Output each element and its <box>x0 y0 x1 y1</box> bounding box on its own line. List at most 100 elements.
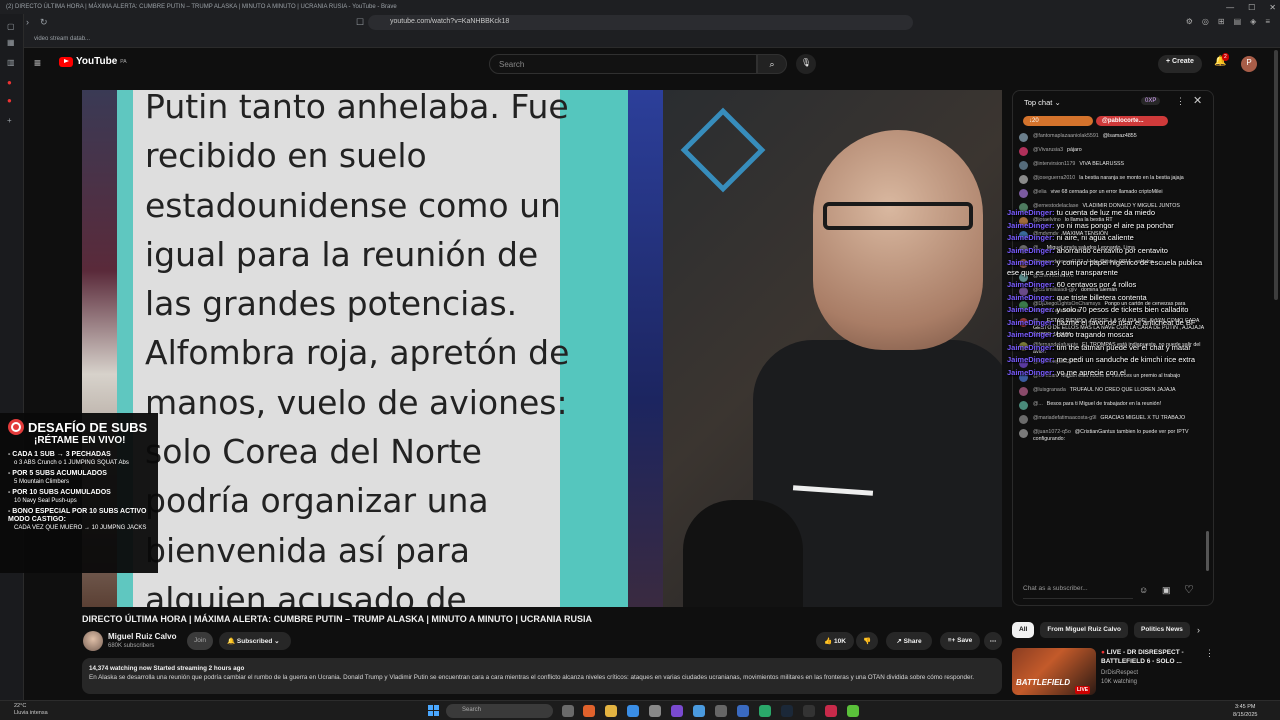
wallet-icon[interactable]: ◈ <box>1250 17 1256 26</box>
chat-message[interactable]: @... Miguel envía saludos Leonardo, Lima <box>1019 245 1205 256</box>
chat-message[interactable]: @elia vive 68 cernada por un error llamad… <box>1019 189 1205 200</box>
task-view-icon[interactable] <box>562 705 574 717</box>
settings-icon[interactable] <box>715 705 727 717</box>
chat-text: la bestia naranja se monto en la bestia … <box>1079 175 1184 181</box>
chat-message[interactable]: @esteban Miguel está noche te mereces un … <box>1019 373 1205 384</box>
chat-message[interactable]: @intervirsion1179 VIVA BELARUSSS <box>1019 161 1205 172</box>
create-button[interactable]: + Create <box>1158 55 1202 73</box>
brave-icon[interactable] <box>583 705 595 717</box>
app-icon[interactable] <box>671 705 683 717</box>
app-icon[interactable] <box>759 705 771 717</box>
bookmark-item[interactable]: video stream datab... <box>34 36 90 42</box>
chip-all[interactable]: All <box>1012 622 1035 638</box>
extension-icon[interactable]: ◎ <box>1202 17 1209 26</box>
close-icon[interactable]: ✕ <box>1269 3 1276 12</box>
channel-name[interactable]: Miguel Ruiz Calvo <box>108 632 176 641</box>
emoji-icon[interactable]: ☺ <box>1139 585 1148 595</box>
extension-icon[interactable]: ⚙ <box>1186 17 1193 26</box>
chat-scrollbar[interactable] <box>1206 531 1209 571</box>
chat-message[interactable]: @... ESTAR RIENDO , DESDE LA SALIDA DEL A… <box>1019 318 1205 339</box>
xp-badge[interactable]: 0XP <box>1141 97 1161 105</box>
page-scrollbar[interactable] <box>1274 50 1278 300</box>
hamburger-menu-icon[interactable]: ≡ <box>34 56 41 70</box>
minimize-icon[interactable]: — <box>1226 3 1234 12</box>
grid-icon[interactable]: ▦ <box>7 38 15 47</box>
chip-from-channel[interactable]: From Miguel Ruiz Calvo <box>1040 622 1128 638</box>
recommendation-menu-icon[interactable]: ⋮ <box>1205 648 1214 659</box>
tab-icon[interactable]: ▢ <box>7 22 15 31</box>
account-avatar[interactable]: P <box>1241 56 1257 72</box>
recommendation-channel[interactable]: DrDisRespect <box>1101 670 1138 676</box>
recommendation-title[interactable]: ● LIVE - DR DISRESPECT - BATTLEFIELD 6 -… <box>1101 648 1196 666</box>
chat-message[interactable]: @joseguerra2010 la bestia naranja se mont… <box>1019 175 1205 186</box>
chevron-right-icon[interactable]: › <box>1197 625 1200 635</box>
chat-menu-icon[interactable]: ⋮ <box>1176 96 1185 107</box>
store-icon[interactable]: ▣ <box>1162 585 1171 596</box>
search-icon[interactable]: ⌕ <box>757 54 787 74</box>
chat-mode-dropdown[interactable]: Top chat ⌄ <box>1024 98 1061 107</box>
chat-message[interactable]: @hilariotejada2047 <box>1019 359 1205 370</box>
dislike-button[interactable]: 👎 <box>856 632 878 650</box>
bookmark-icon[interactable]: ☐ <box>356 17 364 28</box>
xbox-icon[interactable] <box>847 705 859 717</box>
weather-widget[interactable]: 22°C Lluvia intensa <box>14 703 48 717</box>
chat-message[interactable]: @fernandelafuente EL TROMPAS está indiapu… <box>1019 342 1205 356</box>
heart-icon[interactable]: ♡ <box>1184 583 1194 596</box>
youtube-tab-icon[interactable]: ● <box>7 78 12 87</box>
more-actions-icon[interactable]: ⋯ <box>984 632 1002 650</box>
chat-message[interactable]: @juan1072-q5o @CristianGantus tambien lo … <box>1019 429 1205 443</box>
microphone-icon[interactable]: 🎙 <box>796 54 816 74</box>
extension-icon[interactable]: ▤ <box>1234 17 1242 26</box>
chat-message[interactable]: @luisgranada TRUFAUL NO CREO QUE LLOREN J… <box>1019 387 1205 398</box>
channel-avatar[interactable] <box>83 631 103 651</box>
like-button[interactable]: 👍 10K <box>816 632 854 650</box>
pinned-ticker[interactable]: ↓20 <box>1023 116 1093 126</box>
chat-message-list[interactable]: @fantomaplazaaniolak5591 @lsamaz4855 @Viva… <box>1019 133 1205 573</box>
clock[interactable]: 3:45 PM 8/15/2025 <box>1233 703 1257 719</box>
maximize-icon[interactable]: ☐ <box>1248 3 1255 12</box>
close-chat-icon[interactable]: ✕ <box>1193 94 1202 107</box>
chat-message[interactable]: @mariadefatimaacosta-g9l GRACIAS MIGUEL X… <box>1019 415 1205 426</box>
youtube-logo[interactable]: YouTube PA <box>59 56 127 67</box>
battlefield-icon[interactable] <box>803 705 815 717</box>
chatgpt-icon[interactable] <box>649 705 661 717</box>
chat-message[interactable]: @CrenniCreativo <box>1019 273 1205 284</box>
chat-message[interactable]: @jotaelvino lo llama la bestia RT <box>1019 217 1205 228</box>
pinned-ticker[interactable]: @pablocorte... <box>1096 116 1168 126</box>
file-explorer-icon[interactable] <box>605 705 617 717</box>
join-button[interactable]: Join <box>187 632 213 650</box>
add-icon[interactable]: + <box>7 116 12 125</box>
chat-input[interactable]: Chat as a subscriber... <box>1023 585 1133 599</box>
steam-icon[interactable] <box>781 705 793 717</box>
forward-icon[interactable]: › <box>26 17 29 27</box>
description-box[interactable]: 14,374 watching now Started streaming 2 … <box>82 658 1002 694</box>
app-icon[interactable] <box>737 705 749 717</box>
subscribed-button[interactable]: 🔔 Subscribed ⌄ <box>219 632 291 650</box>
app-icon[interactable] <box>825 705 837 717</box>
youtube-tab-icon[interactable]: ● <box>7 96 12 105</box>
subs-rule: - POR 5 SUBS ACUMULADOS 5 Mountain Climbe… <box>8 470 150 486</box>
search-input[interactable]: Search <box>489 54 757 74</box>
video-player[interactable]: Putin tanto anhelaba. Fue recibido en su… <box>82 90 1002 607</box>
chat-message[interactable]: @teresadejesus6182 Hola @juanc.9814 , sal… <box>1019 259 1205 270</box>
chat-author: @mariadefatimaacosta-g9l <box>1033 415 1097 421</box>
chat-message[interactable]: @mdymdv MAXIMA TENSIÓN <box>1019 231 1205 242</box>
taskbar-search-input[interactable]: Search <box>446 704 553 718</box>
reload-icon[interactable]: ↻ <box>40 17 48 28</box>
chat-message[interactable]: @DjDiegoLightsOnChamsys Pongo un cartón d… <box>1019 301 1205 315</box>
save-button[interactable]: ≡+ Save <box>940 632 980 650</box>
sidebar-panel-icon[interactable]: ▥ <box>7 58 15 67</box>
chat-message[interactable]: @Vivarusia3 pájaro <box>1019 147 1205 158</box>
chat-message[interactable]: @carlimillaladi-gjlv domina alemán <box>1019 287 1205 298</box>
app-icon[interactable] <box>693 705 705 717</box>
edge-icon[interactable] <box>627 705 639 717</box>
address-bar[interactable]: youtube.com/watch?v=KaNHBBKck18 <box>368 15 913 30</box>
menu-icon[interactable]: ≡ <box>1265 17 1270 26</box>
extension-icon[interactable]: ⊞ <box>1218 17 1225 26</box>
chip-politics-news[interactable]: Politics News <box>1133 622 1190 638</box>
chat-message[interactable]: @... Besos para ti Miguel de trabajador e… <box>1019 401 1205 412</box>
share-button[interactable]: ↗ Share <box>886 632 932 650</box>
start-icon[interactable] <box>428 705 439 716</box>
chat-message[interactable]: @fantomaplazaaniolak5591 @lsamaz4855 <box>1019 133 1205 144</box>
chat-message[interactable]: @ernestodelaclase VLADIMIR DONALD Y MIGUE… <box>1019 203 1205 214</box>
